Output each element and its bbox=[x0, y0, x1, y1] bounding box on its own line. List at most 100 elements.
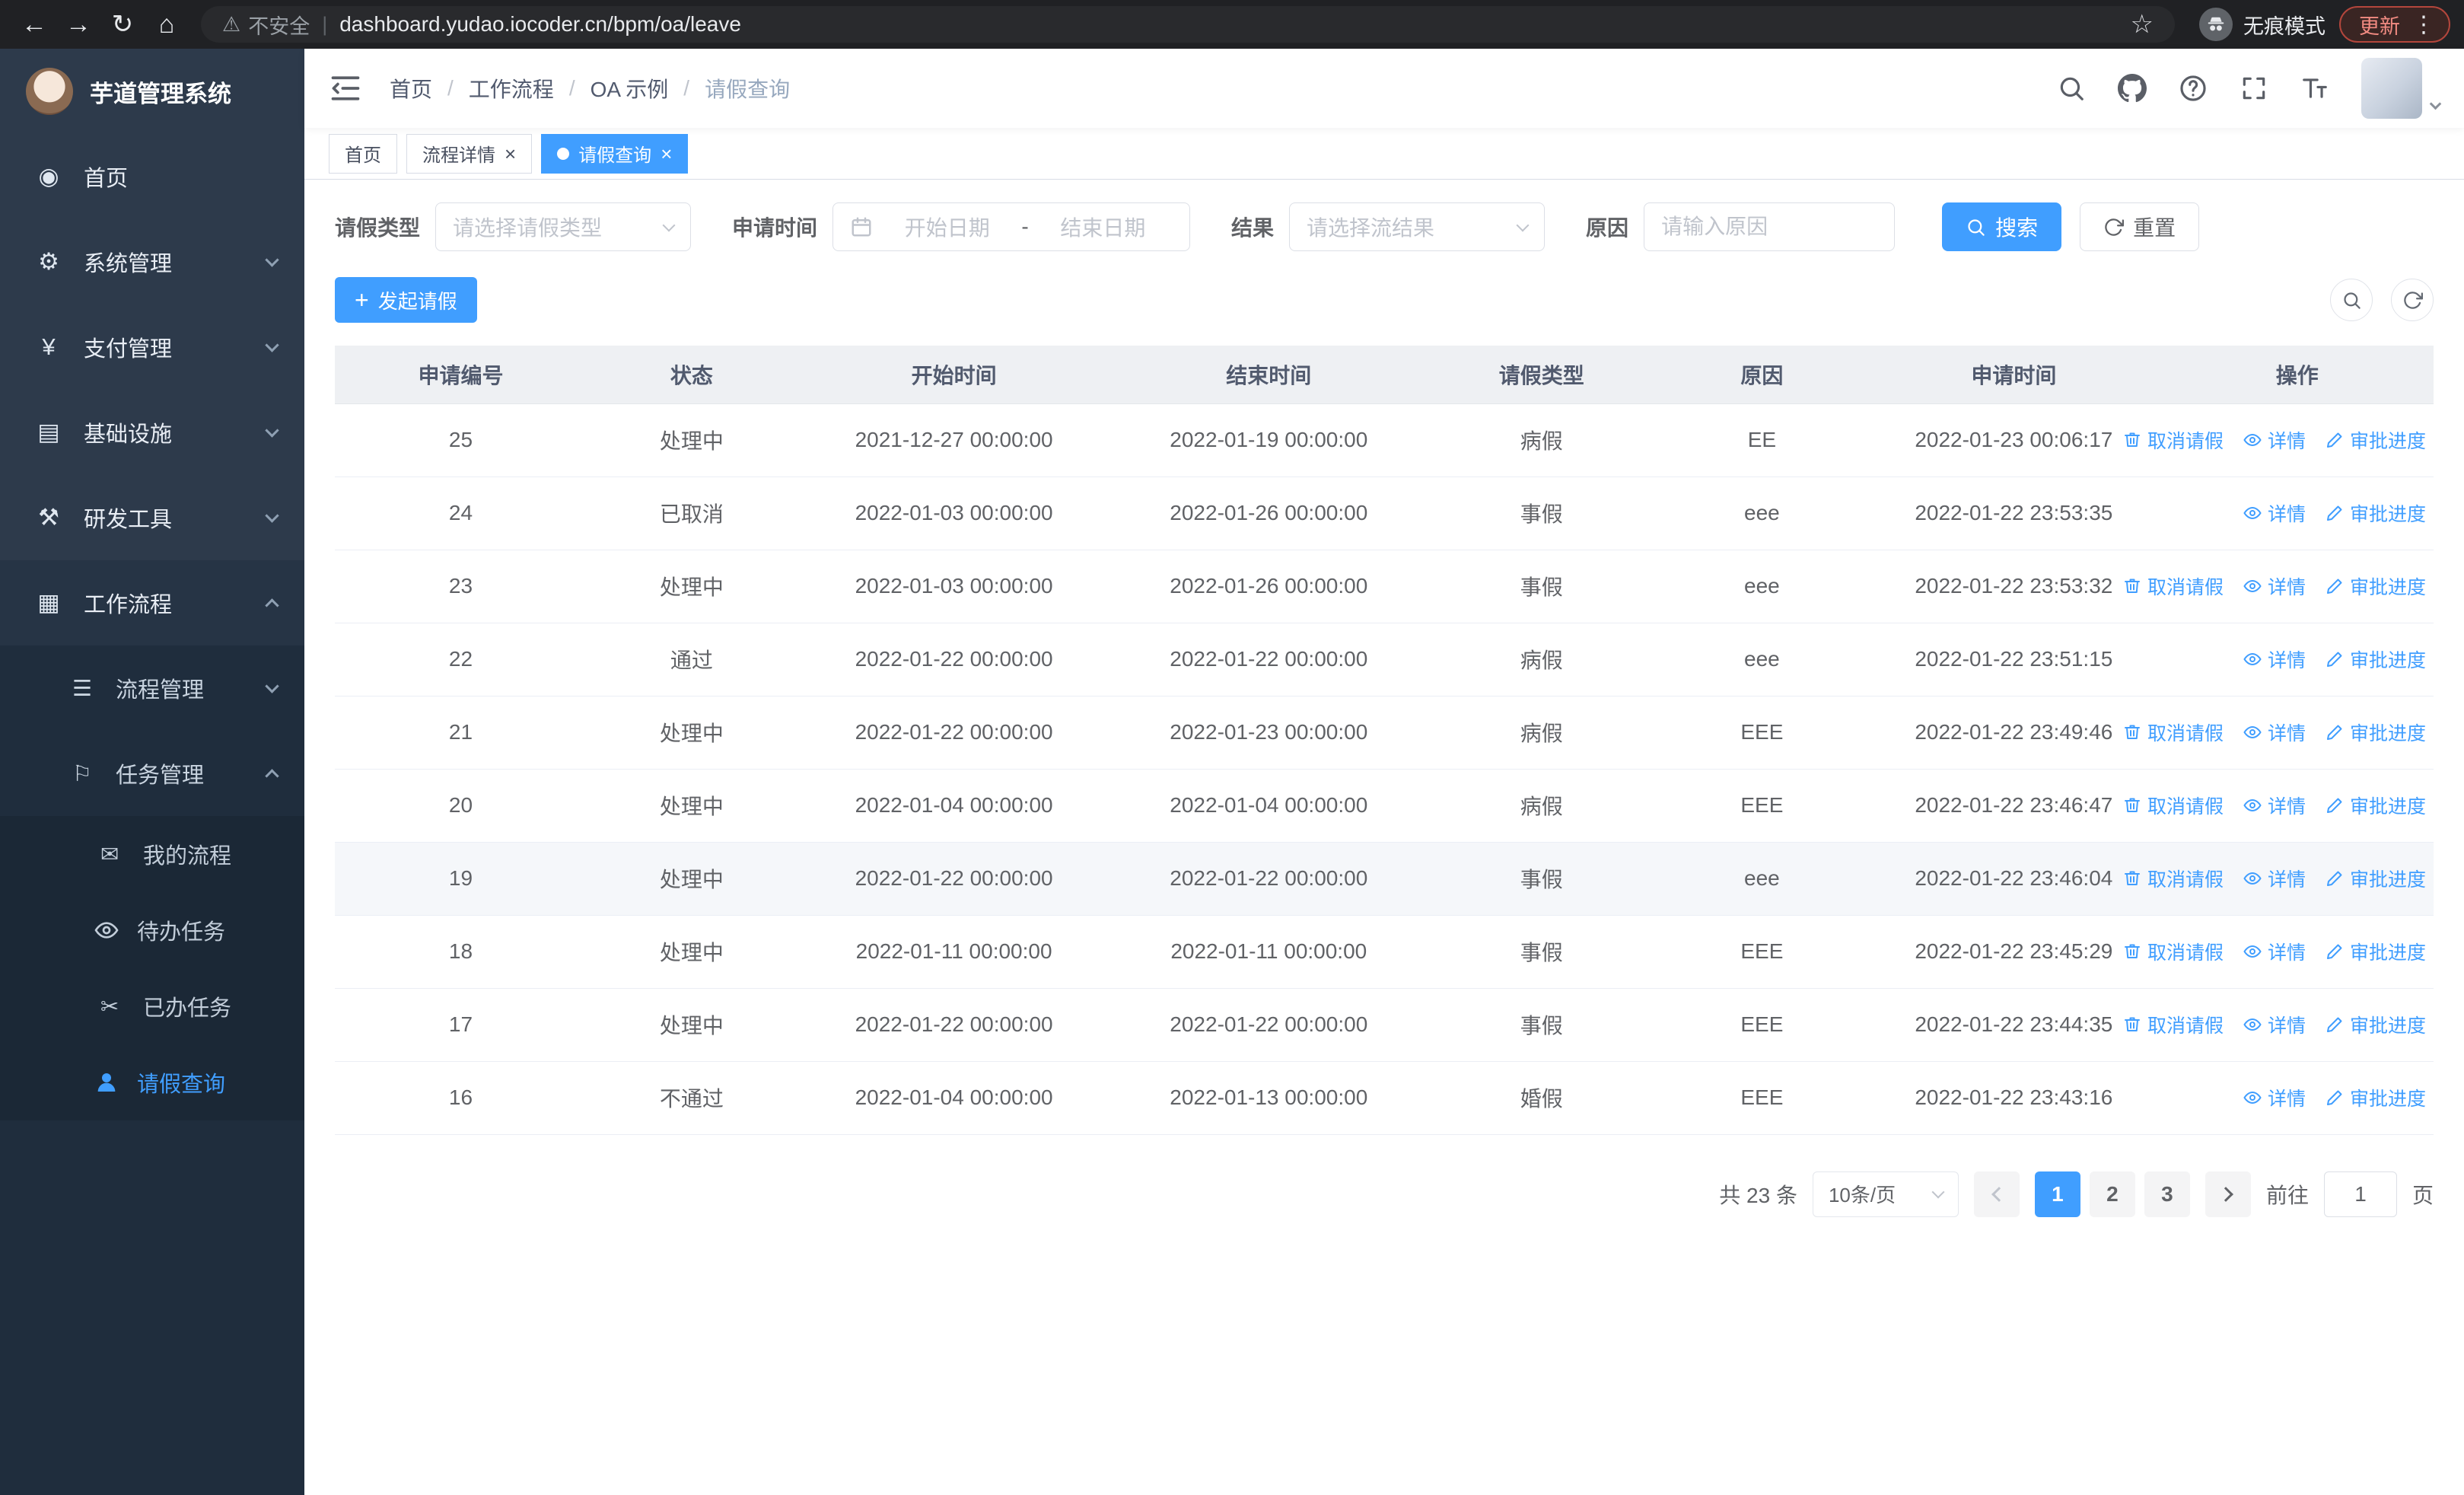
progress-link[interactable]: 审批进度 bbox=[2326, 1084, 2426, 1111]
tab-label: 请假查询 bbox=[578, 145, 652, 166]
leave-type-select[interactable]: 请选择请假类型 bbox=[435, 202, 692, 251]
font-size-icon[interactable] bbox=[2300, 74, 2329, 103]
page-button-1[interactable]: 1 bbox=[2034, 1171, 2080, 1217]
browser-forward-button[interactable]: → bbox=[58, 4, 99, 45]
detail-link[interactable]: 详情 bbox=[2243, 865, 2306, 892]
avatar[interactable] bbox=[2361, 58, 2422, 119]
tab-item[interactable]: 流程详情 × bbox=[406, 133, 533, 174]
detail-link[interactable]: 详情 bbox=[2243, 938, 2306, 965]
app-logo[interactable]: 芋道管理系统 bbox=[0, 49, 304, 134]
detail-link[interactable]: 详情 bbox=[2243, 426, 2306, 454]
detail-link[interactable]: 详情 bbox=[2243, 499, 2306, 527]
reset-button[interactable]: 重置 bbox=[2080, 202, 2200, 251]
prev-page-button[interactable] bbox=[1973, 1171, 2020, 1217]
sidebar-item-infrastructure[interactable]: ▤ 基础设施 bbox=[0, 390, 304, 475]
cancel-leave-link[interactable]: 取消请假 bbox=[2123, 719, 2224, 746]
breadcrumb-item[interactable]: 工作流程 bbox=[469, 73, 554, 104]
breadcrumb-item[interactable]: 首页 bbox=[390, 73, 432, 104]
tab-close-icon[interactable]: × bbox=[505, 144, 516, 164]
progress-link[interactable]: 审批进度 bbox=[2326, 572, 2426, 600]
cancel-leave-link[interactable]: 取消请假 bbox=[2123, 1011, 2224, 1038]
progress-link[interactable]: 审批进度 bbox=[2326, 938, 2426, 965]
sidebar-item-system[interactable]: ⚙ 系统管理 bbox=[0, 219, 304, 304]
sidebar-item-devtools[interactable]: ⚒ 研发工具 bbox=[0, 475, 304, 560]
apply-time-range-picker[interactable]: 开始日期 - 结束日期 bbox=[832, 202, 1191, 251]
detail-link[interactable]: 详情 bbox=[2243, 645, 2306, 673]
trash-icon bbox=[2123, 1015, 2141, 1034]
browser-back-button[interactable]: ← bbox=[14, 4, 55, 45]
address-bar[interactable]: ⚠ 不安全 | dashboard.yudao.iocoder.cn/bpm/o… bbox=[201, 6, 2175, 43]
detail-link[interactable]: 详情 bbox=[2243, 1084, 2306, 1111]
toggle-search-button[interactable] bbox=[2330, 279, 2373, 321]
reason-input[interactable] bbox=[1661, 215, 1878, 239]
fullscreen-icon[interactable] bbox=[2240, 74, 2268, 103]
sidebar-item-process-mgmt[interactable]: ☰ 流程管理 bbox=[0, 645, 304, 731]
tab-close-icon[interactable]: × bbox=[661, 144, 672, 164]
chevron-down-icon bbox=[1516, 218, 1530, 231]
bookmark-star-icon[interactable]: ☆ bbox=[2131, 9, 2154, 40]
search-button[interactable]: 搜索 bbox=[1942, 202, 2062, 251]
cancel-leave-link[interactable]: 取消请假 bbox=[2123, 426, 2224, 454]
refresh-table-button[interactable] bbox=[2391, 279, 2434, 321]
detail-link[interactable]: 详情 bbox=[2243, 792, 2306, 819]
site-security-indicator[interactable]: ⚠ 不安全 bbox=[222, 10, 310, 40]
page-button-2[interactable]: 2 bbox=[2089, 1171, 2135, 1217]
cell-status: 处理中 bbox=[586, 842, 797, 916]
progress-link[interactable]: 审批进度 bbox=[2326, 719, 2426, 746]
browser-menu-icon[interactable]: ⋮ bbox=[2412, 11, 2435, 38]
user-menu[interactable] bbox=[2361, 58, 2442, 119]
progress-link[interactable]: 审批进度 bbox=[2326, 792, 2426, 819]
progress-link[interactable]: 审批进度 bbox=[2326, 865, 2426, 892]
cell-reason: eee bbox=[1657, 477, 1867, 550]
result-label: 结果 bbox=[1231, 216, 1275, 240]
sidebar-item-done-tasks[interactable]: ✂ 已办任务 bbox=[0, 968, 304, 1044]
table-header: 操作 bbox=[2160, 346, 2434, 404]
browser-home-button[interactable]: ⌂ bbox=[146, 4, 187, 45]
sidebar-item-home[interactable]: ◉ 首页 bbox=[0, 134, 304, 219]
browser-update-button[interactable]: 更新 ⋮ bbox=[2339, 6, 2450, 43]
create-leave-button[interactable]: + 发起请假 bbox=[335, 277, 477, 323]
cancel-leave-link[interactable]: 取消请假 bbox=[2123, 572, 2224, 600]
cancel-leave-link[interactable]: 取消请假 bbox=[2123, 792, 2224, 819]
cell-status: 处理中 bbox=[586, 988, 797, 1062]
incognito-label: 无痕模式 bbox=[2243, 14, 2326, 38]
sidebar-item-payment[interactable]: ¥ 支付管理 bbox=[0, 304, 304, 390]
page-button-3[interactable]: 3 bbox=[2144, 1171, 2190, 1217]
search-icon bbox=[2341, 290, 2362, 311]
table-toolbar: + 发起请假 bbox=[335, 277, 2434, 323]
eye-icon bbox=[2243, 723, 2262, 741]
sidebar-item-leave-query[interactable]: 请假查询 bbox=[0, 1044, 304, 1120]
tab-active[interactable]: 请假查询 × bbox=[541, 133, 689, 174]
action-label: 审批进度 bbox=[2349, 650, 2426, 671]
next-page-button[interactable] bbox=[2205, 1171, 2251, 1217]
gear-icon: ⚙ bbox=[38, 248, 59, 275]
sidebar-item-todo-tasks[interactable]: 待办任务 bbox=[0, 892, 304, 968]
action-label: 审批进度 bbox=[2349, 869, 2426, 891]
progress-link[interactable]: 审批进度 bbox=[2326, 645, 2426, 673]
breadcrumb-item[interactable]: OA 示例 bbox=[591, 73, 669, 104]
sidebar-item-my-process[interactable]: ✉ 我的流程 bbox=[0, 816, 304, 892]
progress-link[interactable]: 审批进度 bbox=[2326, 426, 2426, 454]
result-select[interactable]: 请选择流结果 bbox=[1289, 202, 1546, 251]
cancel-leave-link[interactable]: 取消请假 bbox=[2123, 865, 2224, 892]
github-icon[interactable] bbox=[2118, 74, 2147, 103]
detail-link[interactable]: 详情 bbox=[2243, 572, 2306, 600]
page-size-select[interactable]: 10条/页 bbox=[1812, 1171, 1959, 1217]
detail-link[interactable]: 详情 bbox=[2243, 719, 2306, 746]
cell-start-time: 2022-01-04 00:00:00 bbox=[796, 769, 1112, 843]
help-icon[interactable] bbox=[2179, 74, 2208, 103]
sidebar-item-task-mgmt[interactable]: ⚐ 任务管理 bbox=[0, 731, 304, 816]
cancel-leave-link[interactable]: 取消请假 bbox=[2123, 938, 2224, 965]
tab-item[interactable]: 首页 bbox=[329, 133, 397, 174]
browser-reload-button[interactable]: ↻ bbox=[102, 4, 143, 45]
sidebar-item-workflow[interactable]: ▦ 工作流程 bbox=[0, 560, 304, 645]
chevron-up-icon bbox=[265, 768, 279, 783]
detail-link[interactable]: 详情 bbox=[2243, 1011, 2306, 1038]
progress-link[interactable]: 审批进度 bbox=[2326, 1011, 2426, 1038]
progress-link[interactable]: 审批进度 bbox=[2326, 499, 2426, 527]
cell-apply-time: 2022-01-22 23:49:46 bbox=[1867, 696, 2161, 770]
goto-page-input[interactable] bbox=[2323, 1171, 2397, 1217]
search-icon[interactable] bbox=[2057, 74, 2086, 103]
cell-reason: EE bbox=[1657, 403, 1867, 477]
sidebar-collapse-icon[interactable] bbox=[329, 72, 362, 105]
